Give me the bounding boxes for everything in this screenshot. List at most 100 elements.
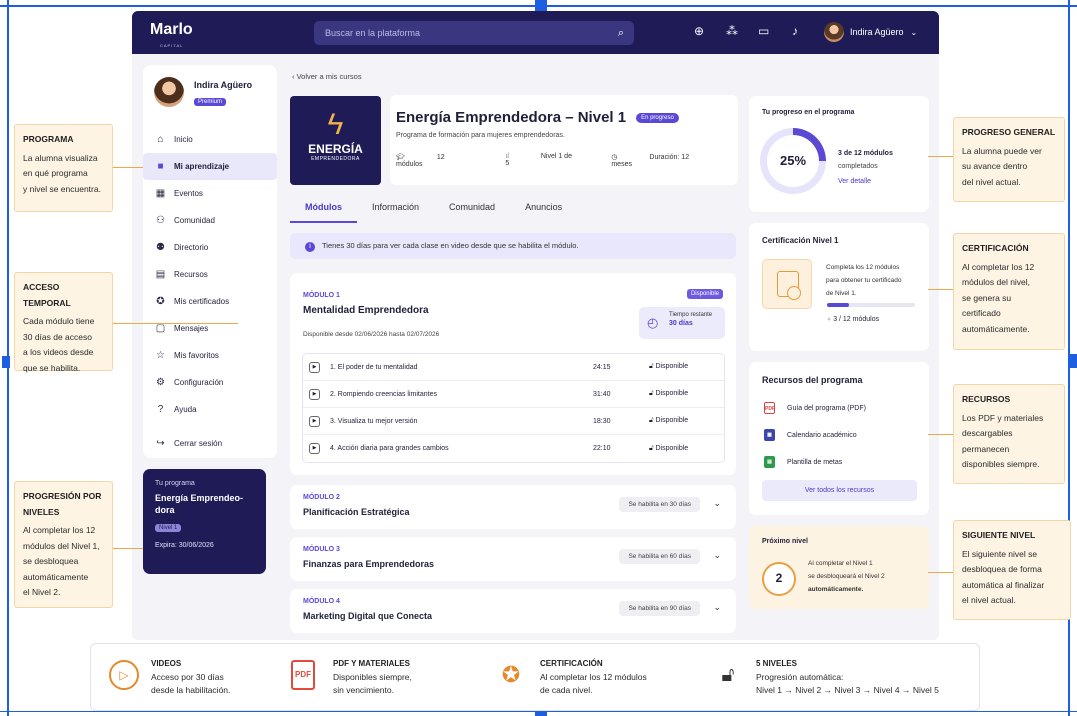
module-card-4[interactable]: MÓDULO 4 Marketing Digital que Conecta S… xyxy=(290,589,736,633)
graduation-icon: 🎓︎ xyxy=(396,154,407,161)
features-bar: ▷ VIDEOS Acceso por 30 días desde la hab… xyxy=(90,643,980,711)
resize-handle-left[interactable] xyxy=(2,356,10,368)
play-icon[interactable]: ▶ xyxy=(309,361,320,373)
search-input[interactable]: Buscar en la plataforma ⌕ xyxy=(314,21,634,45)
logout-button[interactable]: ↪ Cerrar sesión xyxy=(143,430,277,457)
help-icon: ? xyxy=(157,404,164,415)
user-menu[interactable]: Indira Agüero ⌄ xyxy=(824,22,917,42)
sidebar-item-inicio[interactable]: ⌂ Inicio xyxy=(143,126,277,153)
feature-videos: VIDEOS Acceso por 30 días desde la habil… xyxy=(151,659,231,695)
sidebar-item-mi-aprendizaje[interactable]: ■ Mi aprendizaje xyxy=(143,153,277,180)
bell-icon[interactable]: ♪ xyxy=(792,24,798,38)
program-card-label: Tu programa xyxy=(155,480,195,487)
resources-icon: ▤ xyxy=(155,269,166,280)
calendar-icon: ▦ xyxy=(764,429,775,441)
resource-item[interactable]: ▦ Calendario académico xyxy=(764,429,857,441)
resources-card: Recursos del programa PDF Guía del progra… xyxy=(749,362,929,515)
callout-progresion: PROGRESIÓN POR NIVELES Al completar los … xyxy=(14,481,113,608)
connector-line xyxy=(928,572,953,573)
bars-icon: ıl xyxy=(505,153,511,160)
module-card-3[interactable]: MÓDULO 3 Finanzas para Emprendedoras Se … xyxy=(290,537,736,581)
resource-item[interactable]: PDF Guía del programa (PDF) xyxy=(764,402,866,414)
info-icon: i xyxy=(305,242,315,252)
unlock-hint: Se habilita en 60 días xyxy=(619,549,700,564)
sidebar-item-mis-certificados[interactable]: ✪ Mis certificados xyxy=(143,288,277,315)
module-card-2[interactable]: MÓDULO 2 Planificación Estratégica Se ha… xyxy=(290,485,736,529)
status-badge: Disponible xyxy=(686,289,723,299)
callout-acceso-temporal: ACCESO TEMPORAL Cada módulo tiene 30 día… xyxy=(14,272,113,373)
pdf-icon: PDF xyxy=(764,402,775,414)
sidebar-item-mensajes[interactable]: ▢ Mensajes xyxy=(143,315,277,342)
chat-icon[interactable]: ▭ xyxy=(758,24,769,38)
add-icon[interactable]: ⊕ xyxy=(694,24,704,38)
sidebar-item-eventos[interactable]: ▦ Eventos xyxy=(143,180,277,207)
callout-siguiente-nivel: SIGUIENTE NIVEL El siguiente nivel se de… xyxy=(953,520,1071,620)
home-icon: ⌂ xyxy=(157,134,164,145)
user-name: Indira Agüero xyxy=(850,27,904,37)
progress-card: Tu progreso en el programa 25% 3 de 12 m… xyxy=(749,96,929,212)
logo[interactable]: Marlo CAPITAL xyxy=(150,22,193,54)
sidebar-item-directorio[interactable]: ⚉ Directorio xyxy=(143,234,277,261)
community-icon: ⚇ xyxy=(156,215,165,226)
next-level-desc: Al completar el Nivel 1 se desbloqueará … xyxy=(808,560,885,593)
sidebar-item-ayuda[interactable]: ? Ayuda xyxy=(143,396,277,423)
lesson-row[interactable]: ▶ 1. El poder de tu mentalidad 24:15 🔓︎ Dis… xyxy=(303,354,724,381)
play-icon[interactable]: ▶ xyxy=(309,388,320,400)
logout-icon: ↪ xyxy=(156,438,165,449)
progress-detail-link[interactable]: Ver detalle xyxy=(838,175,893,188)
unlock-hint: Se habilita en 90 días xyxy=(619,601,700,616)
course-meta: 🎓︎ 12 módulos ıl Nivel 1 de 5 ◷ Duración… xyxy=(396,153,690,168)
callout-certificacion: CERTIFICACIÓN Al completar los 12 módulo… xyxy=(953,233,1065,350)
sidebar-item-mis-favoritos[interactable]: ☆ Mis favoritos xyxy=(143,342,277,369)
sidebar-item-comunidad[interactable]: ⚇ Comunidad xyxy=(143,207,277,234)
access-notice: i Tienes 30 días para ver cada clase en v… xyxy=(290,233,736,259)
unlock-hint: Se habilita en 30 días xyxy=(619,497,700,512)
sheet-icon: ▤ xyxy=(764,456,775,468)
book-icon: ■ xyxy=(157,161,164,172)
view-all-resources-button[interactable]: Ver todos los recursos xyxy=(762,480,917,501)
tab-informacion[interactable]: Información xyxy=(357,201,434,225)
course-info: Energía Emprendedora – Nivel 1 En progres… xyxy=(390,95,738,185)
program-card[interactable]: Tu programa Energía Emprendeo-dora Nivel… xyxy=(143,469,266,574)
message-icon: ▢ xyxy=(155,323,166,334)
avatar xyxy=(824,22,844,42)
chevron-down-icon[interactable]: ⌄ xyxy=(713,550,721,561)
play-icon[interactable]: ▶ xyxy=(309,415,320,427)
sidebar-item-recursos[interactable]: ▤ Recursos xyxy=(143,261,277,288)
course-subtitle: Programa de formación para mujeres empre… xyxy=(396,132,565,139)
program-card-name: Energía Emprendeo-dora xyxy=(155,493,244,515)
top-bar: Marlo CAPITAL Buscar en la plataforma ⌕ ⊕ … xyxy=(132,11,939,54)
level-number: 2 xyxy=(762,562,796,596)
level-badge: Nivel 1 xyxy=(155,524,182,532)
clock-icon: ◷ xyxy=(611,154,620,161)
chevron-down-icon[interactable]: ⌄ xyxy=(713,498,721,509)
tab-modulos[interactable]: Módulos xyxy=(290,201,357,223)
sidebar-user: Indira Agüero Premium xyxy=(154,77,252,108)
back-link[interactable]: ‹ Volver a mis cursos xyxy=(292,72,362,81)
tab-anuncios[interactable]: Anuncios xyxy=(510,201,577,225)
chevron-down-icon[interactable]: ⌄ xyxy=(713,602,721,613)
lesson-list: ▶ 1. El poder de tu mentalidad 24:15 🔓︎ Dis… xyxy=(302,353,725,463)
callout-programa: PROGRAMA La alumna visualiza en qué prog… xyxy=(14,124,113,212)
lesson-row[interactable]: ▶ 2. Rompiendo creencias limitantes 31:40 🔓… xyxy=(303,381,724,408)
resize-handle-right[interactable] xyxy=(1069,354,1077,368)
tab-comunidad[interactable]: Comunidad xyxy=(434,201,510,225)
resource-item[interactable]: ▤ Plantilla de metas xyxy=(764,456,842,468)
course-tabs: Módulos Información Comunidad Anuncios xyxy=(290,201,738,225)
sidebar: Indira Agüero Premium ⌂ Inicio ■ Mi aprend… xyxy=(143,65,277,458)
callout-progreso-general: PROGRESO GENERAL La alumna puede ver su … xyxy=(953,117,1065,202)
lesson-row[interactable]: ▶ 3. Visualiza tu mejor versión 18:30 🔓︎ Di… xyxy=(303,408,724,435)
app-window: Marlo CAPITAL Buscar en la plataforma ⌕ ⊕ … xyxy=(132,11,939,640)
module-dates: Disponible desde 02/06/2026 hasta 02/07/… xyxy=(303,331,440,338)
play-icon: ▷ xyxy=(109,660,139,690)
sidebar-user-name: Indira Agüero xyxy=(194,80,253,90)
lesson-row[interactable]: ▶ 4. Acción diaria para grandes cambios 22… xyxy=(303,435,724,462)
connector-line xyxy=(113,323,238,324)
apps-grid-icon[interactable]: ⁂ xyxy=(726,24,738,38)
feature-certificacion: CERTIFICACIÓN Al completar los 12 módulo… xyxy=(540,659,647,695)
sidebar-item-configuracion[interactable]: ⚙ Configuración xyxy=(143,369,277,396)
play-icon[interactable]: ▶ xyxy=(309,443,320,454)
certificate-icon xyxy=(762,259,812,309)
search-icon[interactable]: ⌕ xyxy=(618,21,624,45)
users-icon: ⚉ xyxy=(156,242,165,253)
